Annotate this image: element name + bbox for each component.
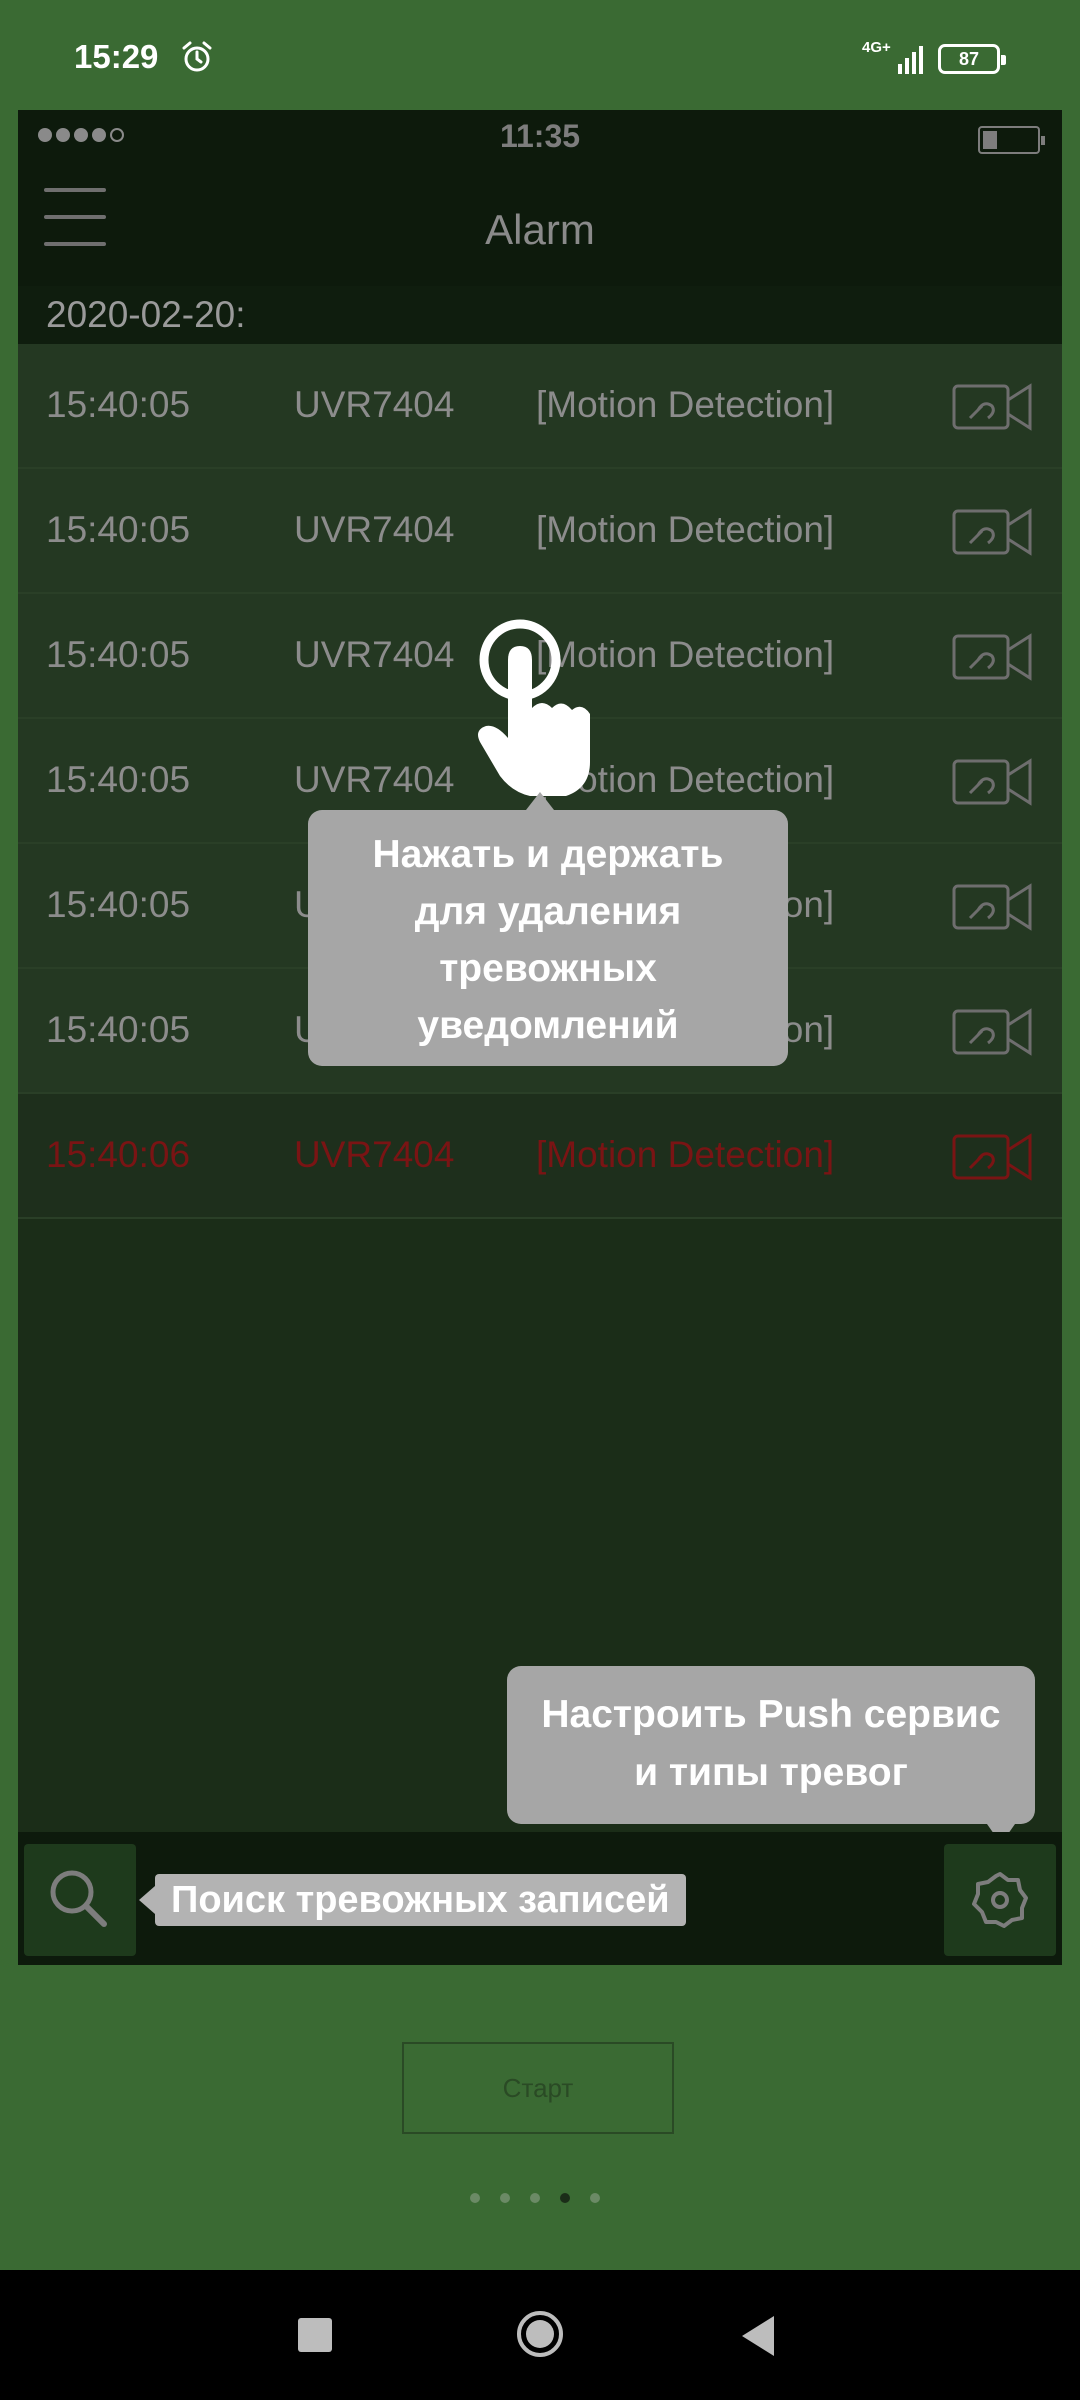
nav-back-icon[interactable] bbox=[738, 2314, 778, 2358]
alarm-device: UVR7404 bbox=[294, 1134, 455, 1175]
date-label: 2020-02-20: bbox=[46, 294, 246, 335]
system-clock: 15:29 bbox=[74, 38, 159, 75]
alarm-device: UVR7404 bbox=[294, 384, 455, 425]
tooltip-line: тревожных bbox=[439, 947, 657, 990]
pager-dot[interactable] bbox=[560, 2193, 570, 2203]
preview-status-bar: 11:35 bbox=[18, 110, 1062, 168]
page-indicator bbox=[470, 2193, 600, 2203]
preview-clock: 11:35 bbox=[499, 118, 581, 154]
hold-to-delete-tooltip: Нажать и держать для удаления тревожных … bbox=[308, 792, 788, 1066]
start-button[interactable]: Старт bbox=[402, 2042, 674, 2134]
alarm-time: 15:40:05 bbox=[46, 634, 191, 675]
pager-dot[interactable] bbox=[590, 2193, 600, 2203]
alarm-device: UVR7404 bbox=[294, 509, 455, 550]
camera-link-icon[interactable] bbox=[952, 755, 1034, 809]
settings-button[interactable] bbox=[944, 1844, 1056, 1956]
alarm-time: 15:40:06 bbox=[46, 1134, 191, 1175]
app-header: Alarm bbox=[18, 168, 1062, 287]
push-settings-tooltip: Настроить Push сервис и типы тревог bbox=[507, 1666, 1035, 1844]
navigation-bar bbox=[0, 2270, 1080, 2400]
alarm-time: 15:40:05 bbox=[46, 384, 191, 425]
alarm-device: UVR7404 bbox=[294, 634, 455, 675]
battery-icon: 87 bbox=[938, 44, 1006, 74]
pager-dot[interactable] bbox=[470, 2193, 480, 2203]
camera-link-icon[interactable] bbox=[952, 380, 1034, 434]
tooltip-line: для удаления bbox=[414, 890, 682, 933]
alarm-time: 15:40:05 bbox=[46, 1009, 191, 1050]
tooltip-line: и типы тревог bbox=[634, 1751, 908, 1794]
search-button[interactable] bbox=[24, 1844, 136, 1956]
alarm-row[interactable]: 15:40:05 UVR7404 [Motion Detection] bbox=[18, 344, 1062, 469]
settings-gear-icon bbox=[972, 1872, 1028, 1928]
camera-link-icon[interactable] bbox=[952, 505, 1034, 559]
camera-link-icon[interactable] bbox=[952, 1005, 1034, 1059]
alarm-type: [Motion Detection] bbox=[536, 509, 835, 550]
alarm-time: 15:40:05 bbox=[46, 509, 191, 550]
alarm-type: [Motion Detection] bbox=[536, 1134, 835, 1175]
page-title: Alarm bbox=[485, 206, 595, 253]
tap-hand-icon bbox=[478, 619, 590, 796]
tooltip-line: Настроить Push сервис bbox=[541, 1693, 1001, 1736]
pager-dot[interactable] bbox=[530, 2193, 540, 2203]
alarm-clock-icon bbox=[182, 41, 212, 72]
alarm-time: 15:40:05 bbox=[46, 884, 191, 925]
alarm-row[interactable]: 15:40:05 UVR7404 [Motion Detection] bbox=[18, 469, 1062, 594]
camera-link-icon[interactable] bbox=[952, 1130, 1034, 1184]
tooltip-line: уведомлений bbox=[417, 1004, 679, 1047]
bottom-toolbar: Поиск тревожных записей bbox=[18, 1832, 1062, 1965]
app-preview: 11:35 Alarm 2020-02-20: 15:40:05 UVR7404 [… bbox=[18, 110, 1062, 1965]
camera-link-icon[interactable] bbox=[952, 880, 1034, 934]
alarm-row[interactable]: 15:40:06 UVR7404 [Motion Detection] bbox=[18, 1094, 1062, 1219]
preview-battery-icon bbox=[978, 126, 1045, 154]
signal-icon bbox=[898, 46, 923, 74]
pager-dot[interactable] bbox=[500, 2193, 510, 2203]
alarm-time: 15:40:05 bbox=[46, 759, 191, 800]
alarm-type: [Motion Detection] bbox=[536, 384, 835, 425]
search-icon bbox=[50, 1870, 107, 1927]
date-header: 2020-02-20: bbox=[18, 286, 1062, 344]
tooltip-line: Нажать и держать bbox=[372, 833, 724, 876]
network-type: 4G+ bbox=[862, 39, 891, 56]
alarm-device: UVR7404 bbox=[294, 759, 455, 800]
nav-home-icon[interactable] bbox=[516, 2310, 564, 2358]
camera-link-icon[interactable] bbox=[952, 630, 1034, 684]
nav-recents-icon[interactable] bbox=[298, 2318, 332, 2352]
search-tooltip: Поиск тревожных записей bbox=[139, 1874, 686, 1926]
